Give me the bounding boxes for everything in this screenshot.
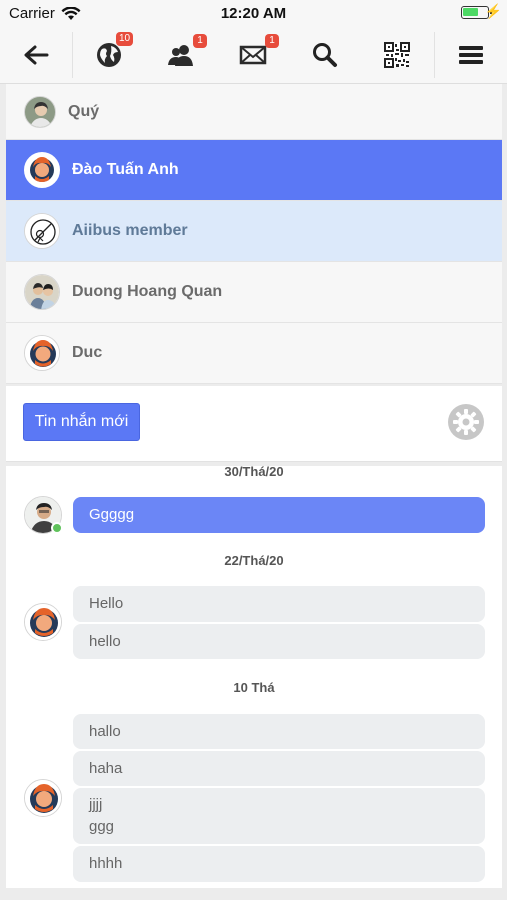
top-navigation-bar: 10 1 1 [0,26,507,84]
date-separator: 30/Thá/20 [224,464,284,479]
contact-item-duc[interactable]: Duc [6,323,502,384]
new-message-button[interactable]: Tin nhắn mới [23,403,140,441]
message-bubble-incoming[interactable]: hello [73,624,485,659]
contact-name: Aiibus member [72,222,188,239]
mail-button[interactable]: 1 [217,26,289,84]
avatar [24,603,62,641]
qr-code-button[interactable] [361,26,433,84]
message-bubble-outgoing[interactable]: Ggggg [73,497,485,533]
menu-button[interactable] [435,26,507,84]
search-button[interactable] [289,26,361,84]
contact-list: Quý Đào Tuấn Anh Aiibus member Duong Hoa… [6,84,502,384]
search-icon [313,43,337,67]
contact-item-aiibus-member[interactable]: Aiibus member [6,201,502,262]
mail-icon [239,45,267,65]
message-thread: 30/Thá/20 Ggggg 22/Thá/20 Hello hello 10… [6,464,502,888]
charging-bolt-icon: ⚡ [484,3,502,19]
message-bubble-incoming[interactable]: jjjj ggg [73,788,485,844]
message-text: hallo [89,722,121,740]
date-separator: 10 Thá [233,680,275,695]
message-bubble-incoming[interactable]: haha [73,751,485,786]
back-button[interactable] [0,26,72,84]
contact-item-quy[interactable]: Quý [6,84,502,140]
back-arrow-icon [24,45,49,65]
message-bubble-incoming[interactable]: hallo [73,714,485,749]
message-bubble-incoming[interactable]: Hello [73,586,485,622]
avatar [24,213,60,249]
contact-name: Quý [68,102,100,120]
message-text: jjjj ggg [89,796,115,835]
friends-button[interactable]: 1 [145,26,217,84]
friends-badge: 1 [193,34,207,48]
avatar [24,335,60,371]
status-bar: Carrier 12:20 AM ⚡ [0,0,507,26]
contact-item-duong-hoang-quan[interactable]: Duong Hoang Quan [6,262,502,323]
message-text: Hello [89,595,124,612]
mail-badge: 1 [265,34,279,48]
friends-icon [168,45,193,66]
gear-icon [448,404,484,440]
avatar [24,779,62,817]
message-text: hello [89,632,121,650]
settings-button[interactable] [447,403,485,441]
message-text: Ggggg [89,506,135,523]
message-text: hhhh [89,855,123,872]
message-bubble-incoming[interactable]: hhhh [73,846,485,882]
contact-item-dao-tuan-anh[interactable]: Đào Tuấn Anh [6,140,502,201]
online-status-dot [51,522,63,534]
date-separator: 22/Thá/20 [224,553,284,568]
avatar [24,274,60,310]
avatar [24,95,56,128]
qr-code-icon [384,42,410,68]
contact-name: Đào Tuấn Anh [72,161,179,178]
contact-name: Duc [72,344,103,361]
avatar [24,152,60,188]
notifications-button[interactable]: 10 [73,26,145,84]
menu-icon [459,46,483,64]
message-text: haha [89,759,123,777]
contact-name: Duong Hoang Quan [72,283,223,300]
message-actions-bar: Tin nhắn mới [6,386,502,462]
notifications-badge: 10 [116,32,134,46]
status-time: 12:20 AM [220,5,287,22]
